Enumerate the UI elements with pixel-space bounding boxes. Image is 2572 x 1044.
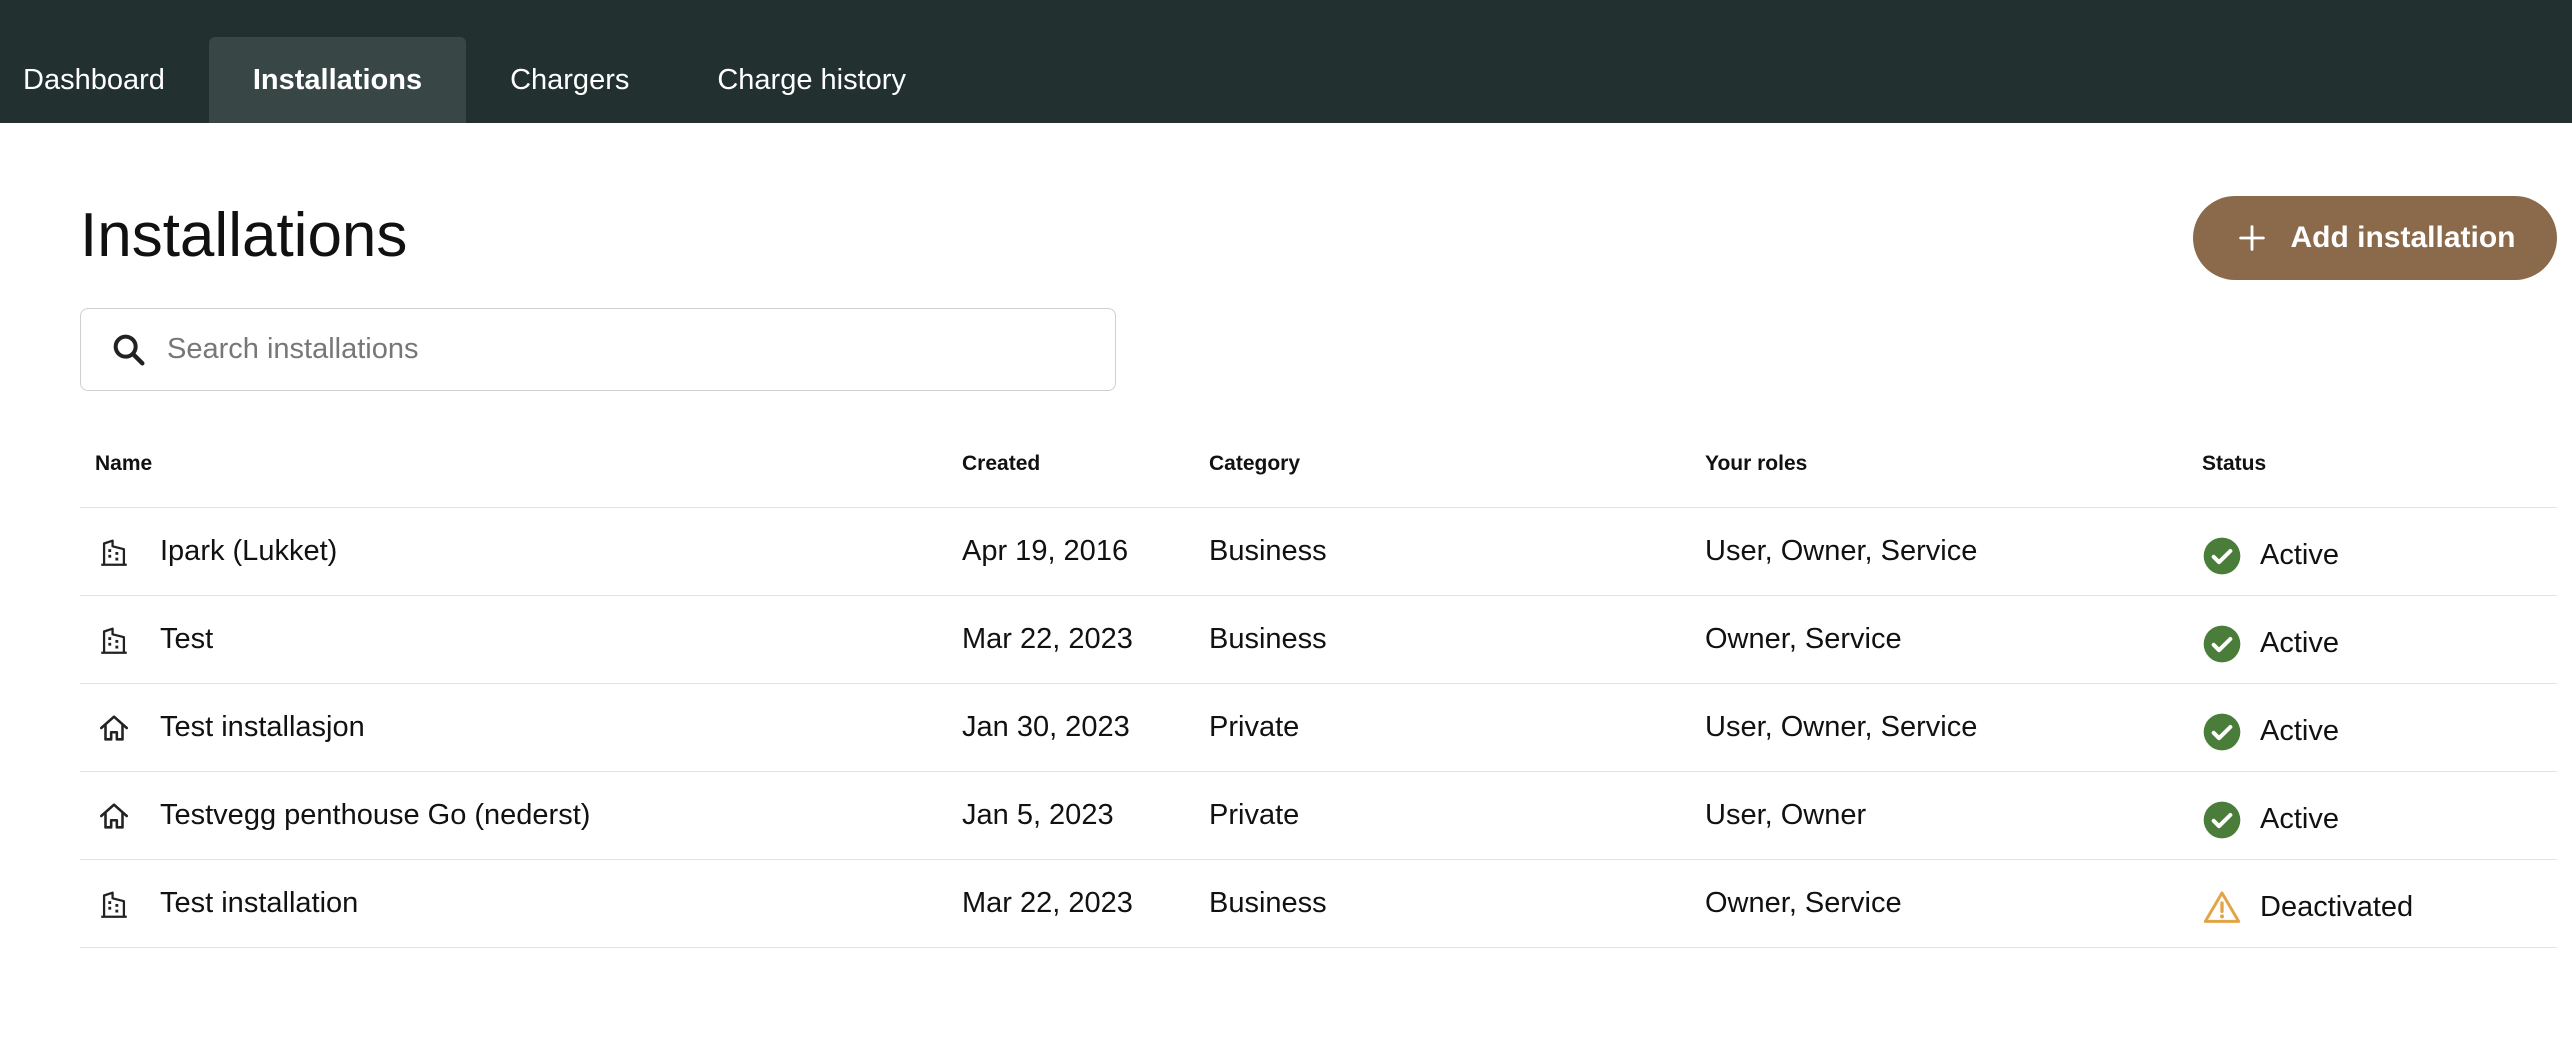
status-label: Active	[2260, 539, 2339, 571]
installation-name: Ipark (Lukket)	[160, 535, 338, 567]
add-installation-button[interactable]: Add installation	[2193, 196, 2557, 280]
status: Deactivated	[2202, 864, 2413, 951]
created-date: Mar 22, 2023	[962, 887, 1133, 919]
status-label: Deactivated	[2260, 891, 2414, 923]
status: Active	[2202, 776, 2339, 863]
top-navigation-bar: Dashboard Installations Chargers Charge …	[0, 0, 2572, 123]
created-date: Jan 5, 2023	[962, 799, 1114, 831]
roles: Owner, Service	[1705, 623, 1902, 655]
table-header: Name Created Category Your roles Status	[80, 420, 2557, 508]
building-icon	[94, 508, 134, 595]
installation-name: Test installasjon	[160, 711, 365, 743]
plus-icon	[2235, 221, 2269, 255]
created-date: Mar 22, 2023	[962, 623, 1133, 655]
table-row[interactable]: Testvegg penthouse Go (nederst) Jan 5, 2…	[80, 772, 2557, 860]
nav-tabs: Dashboard Installations Chargers Charge …	[0, 37, 950, 123]
status: Active	[2202, 512, 2339, 599]
column-header-roles[interactable]: Your roles	[1705, 452, 1807, 476]
status-label: Active	[2260, 803, 2339, 835]
table-row[interactable]: Test installasjon Jan 30, 2023 Private U…	[80, 684, 2557, 772]
created-date: Apr 19, 2016	[962, 535, 1129, 567]
status: Active	[2202, 688, 2339, 775]
check-circle-icon	[2202, 800, 2242, 840]
search-input[interactable]	[165, 332, 1115, 367]
roles: Owner, Service	[1705, 887, 1902, 919]
column-header-name[interactable]: Name	[95, 452, 152, 476]
installation-name: Test installation	[160, 887, 359, 919]
installations-table: Name Created Category Your roles Status …	[80, 420, 2557, 948]
tab-chargers[interactable]: Chargers	[466, 37, 673, 123]
column-header-created[interactable]: Created	[962, 452, 1040, 476]
category: Business	[1209, 623, 1327, 655]
roles: User, Owner, Service	[1705, 535, 1978, 567]
category: Private	[1209, 799, 1300, 831]
status-label: Active	[2260, 715, 2339, 747]
check-circle-icon	[2202, 712, 2242, 752]
category: Business	[1209, 887, 1327, 919]
check-circle-icon	[2202, 536, 2242, 576]
tab-installations[interactable]: Installations	[208, 37, 467, 123]
tab-charge-history[interactable]: Charge history	[673, 37, 950, 123]
page-title: Installations	[80, 201, 408, 270]
house-icon	[94, 684, 134, 771]
search-box[interactable]	[80, 308, 1116, 391]
column-header-status[interactable]: Status	[2202, 452, 2266, 476]
search-icon	[109, 330, 149, 370]
column-header-category[interactable]: Category	[1209, 452, 1300, 476]
warning-icon	[2202, 888, 2242, 928]
category: Private	[1209, 711, 1300, 743]
roles: User, Owner	[1705, 799, 1867, 831]
check-circle-icon	[2202, 624, 2242, 664]
table-row[interactable]: Test installation Mar 22, 2023 Business …	[80, 860, 2557, 948]
tab-dashboard[interactable]: Dashboard	[0, 37, 209, 123]
created-date: Jan 30, 2023	[962, 711, 1130, 743]
building-icon	[94, 860, 134, 947]
roles: User, Owner, Service	[1705, 711, 1978, 743]
status: Active	[2202, 600, 2339, 687]
installation-name: Test	[160, 623, 214, 655]
house-icon	[94, 772, 134, 859]
installation-name: Testvegg penthouse Go (nederst)	[160, 799, 591, 831]
add-installation-label: Add installation	[2290, 221, 2516, 254]
table-row[interactable]: Ipark (Lukket) Apr 19, 2016 Business Use…	[80, 508, 2557, 596]
table-row[interactable]: Test Mar 22, 2023 Business Owner, Servic…	[80, 596, 2557, 684]
category: Business	[1209, 535, 1327, 567]
building-icon	[94, 596, 134, 683]
status-label: Active	[2260, 627, 2339, 659]
